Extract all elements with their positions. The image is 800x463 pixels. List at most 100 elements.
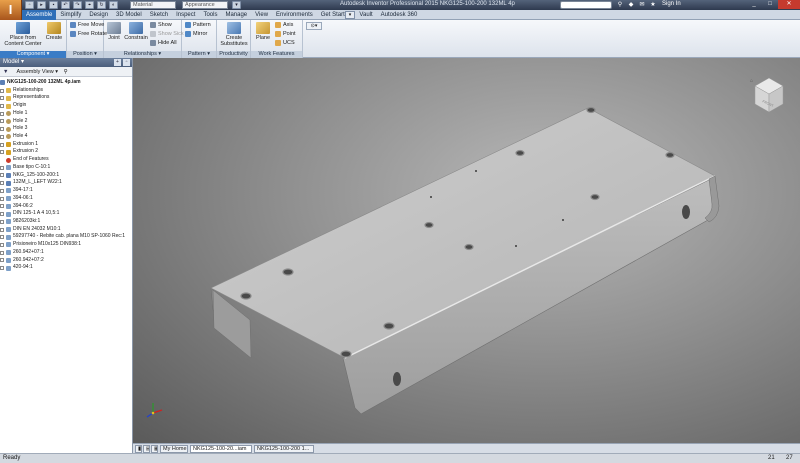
tree-root[interactable]: NKG125-100-200 132ML 4p.iam [0, 79, 132, 87]
tree-item[interactable]: Prisioneiro M10x125 DIN938:1 [0, 241, 132, 249]
tab-design[interactable]: Design [85, 10, 112, 20]
tab-autodesk-360[interactable]: Autodesk 360 [377, 10, 422, 20]
expand-icon[interactable] [0, 266, 4, 271]
expand-icon[interactable] [0, 111, 4, 116]
create-component-button[interactable]: Create [45, 22, 63, 41]
expand-icon[interactable] [0, 96, 4, 101]
home-view-icon[interactable]: ⌂ [750, 78, 753, 84]
expand-icon[interactable] [0, 227, 4, 232]
more-qat-icon[interactable]: ▾ [232, 1, 241, 9]
model-browser-title[interactable]: Model ▾ [3, 59, 24, 65]
subscription-icon[interactable]: ◆ [627, 1, 635, 9]
tree-item[interactable]: NKG_125-100-200:1 [0, 172, 132, 180]
tab-vault[interactable]: Vault [355, 10, 376, 20]
free-move-button[interactable]: Free Move [70, 22, 104, 28]
expand-icon[interactable] [0, 196, 4, 201]
create-substitutes-button[interactable]: Create Substitutes [218, 22, 250, 47]
arrange-icon[interactable]: ▦ [151, 445, 158, 453]
tree-item[interactable]: Hole 3 [0, 125, 132, 133]
expand-icon[interactable] [0, 119, 4, 124]
sheet-metal-plate[interactable] [210, 106, 720, 415]
tab-simplify[interactable]: Simplify [56, 10, 85, 20]
expand-icon[interactable] [0, 127, 4, 132]
ucs-button[interactable]: UCS [275, 40, 295, 46]
expand-icon[interactable] [0, 242, 4, 247]
expand-icon[interactable] [0, 88, 4, 93]
tab-document-2[interactable]: NKG125-100-200 1... [254, 445, 314, 453]
update-icon[interactable]: ↻ [97, 1, 106, 9]
tree-item[interactable]: 394-06:2 [0, 203, 132, 211]
tree-item[interactable]: 420-94:1 [0, 264, 132, 272]
search-icon[interactable]: ⚲ [616, 1, 624, 9]
tab-tools[interactable]: Tools [199, 10, 221, 20]
expand-icon[interactable] [0, 173, 4, 178]
tree-item[interactable]: Extrusion 2 [0, 148, 132, 156]
tab-manage[interactable]: Manage [221, 10, 251, 20]
expand-icon[interactable] [0, 212, 4, 217]
relationships-panel-title[interactable]: Relationships ▾ [104, 51, 181, 58]
tree-item[interactable]: 260.942+07:1 [0, 249, 132, 257]
axis-button[interactable]: Axis [275, 22, 293, 28]
tree-item[interactable]: 59297740 - Rebite cab. plana M10 SP-1060… [0, 233, 132, 241]
tree-item[interactable]: 260.942+07:2 [0, 257, 132, 265]
model-view[interactable]: FRONT ⌂ [133, 58, 800, 443]
expand-icon[interactable] [0, 142, 4, 147]
tree-item[interactable]: 132M_L_LEFT W22:1 [0, 179, 132, 187]
pattern-button[interactable]: Pattern [185, 22, 211, 28]
pattern-panel-title[interactable]: Pattern ▾ [182, 51, 216, 58]
tree-item[interactable]: Extrusion 1 [0, 141, 132, 149]
expand-icon[interactable] [0, 235, 4, 240]
new-icon[interactable]: ▫ [25, 1, 34, 9]
application-menu-button[interactable]: I [0, 0, 22, 20]
communication-icon[interactable]: ✉ [638, 1, 646, 9]
position-panel-title[interactable]: Position ▾ [67, 51, 103, 58]
expand-icon[interactable] [0, 204, 4, 209]
free-rotate-button[interactable]: Free Rotate [70, 31, 107, 37]
minimize-icon[interactable]: _ [746, 0, 762, 9]
maximize-icon[interactable]: □ [762, 0, 778, 9]
tree-item[interactable]: 394-17:1 [0, 187, 132, 195]
tab-document-1[interactable]: NKG125-100-20...iam [190, 445, 252, 453]
appearance-combo[interactable]: Appearance [182, 1, 228, 9]
tree-item[interactable]: DIN 125-1 A 4 10,5:1 [0, 210, 132, 218]
chevron-down-icon[interactable]: ▾ [55, 69, 58, 75]
mirror-button[interactable]: Mirror [185, 31, 207, 37]
tree-item[interactable]: Hole 2 [0, 118, 132, 126]
expand-icon[interactable] [0, 165, 4, 170]
help-search-input[interactable] [560, 1, 612, 9]
show-button[interactable]: Show [150, 22, 172, 28]
tab-view[interactable]: View [251, 10, 272, 20]
expand-icon[interactable] [0, 181, 4, 186]
material-combo[interactable]: Material [130, 1, 176, 9]
component-panel-title[interactable]: Component ▾ [0, 51, 66, 58]
filter-icon[interactable]: ▼ [3, 67, 9, 77]
show-sick-button[interactable]: Show Sick [150, 31, 184, 37]
tree-item[interactable]: 394-06:1 [0, 195, 132, 203]
expand-icon[interactable] [0, 219, 4, 224]
tab-assemble[interactable]: Assemble [22, 10, 57, 20]
tab-3d-model[interactable]: 3D Model [112, 10, 146, 20]
viewcube[interactable]: FRONT ⌂ [750, 77, 784, 113]
color-icon[interactable]: ◐ [109, 1, 118, 9]
expand-icon[interactable] [0, 250, 4, 255]
place-from-content-center-button[interactable]: Place from Content Center [3, 22, 43, 47]
expand-icon[interactable] [0, 150, 4, 155]
tile-icon[interactable]: ◧ [135, 445, 142, 453]
expand-icon[interactable] [0, 134, 4, 139]
tree-item[interactable]: End of Features [0, 156, 132, 164]
save-icon[interactable]: ▪ [49, 1, 58, 9]
undo-icon[interactable]: ↶ [61, 1, 70, 9]
assembly-view-dropdown[interactable]: Assembly View [17, 69, 54, 75]
sign-in-button[interactable]: Sign In [662, 1, 681, 7]
close-icon[interactable]: ✕ [778, 0, 800, 9]
tree-item[interactable]: Hole 1 [0, 110, 132, 118]
redo-icon[interactable]: ↷ [73, 1, 82, 9]
tree-item[interactable]: 9826203ki:1 [0, 218, 132, 226]
tab-inspect[interactable]: Inspect [172, 10, 199, 20]
tree-item[interactable]: Origin [0, 102, 132, 110]
tree-item[interactable]: Base tipo C-10:1 [0, 164, 132, 172]
tree-item[interactable]: Representations [0, 94, 132, 102]
select-icon[interactable]: ⌖ [85, 1, 94, 9]
expand-icon[interactable] [0, 258, 4, 263]
browser-add-icon[interactable]: + [114, 59, 121, 66]
